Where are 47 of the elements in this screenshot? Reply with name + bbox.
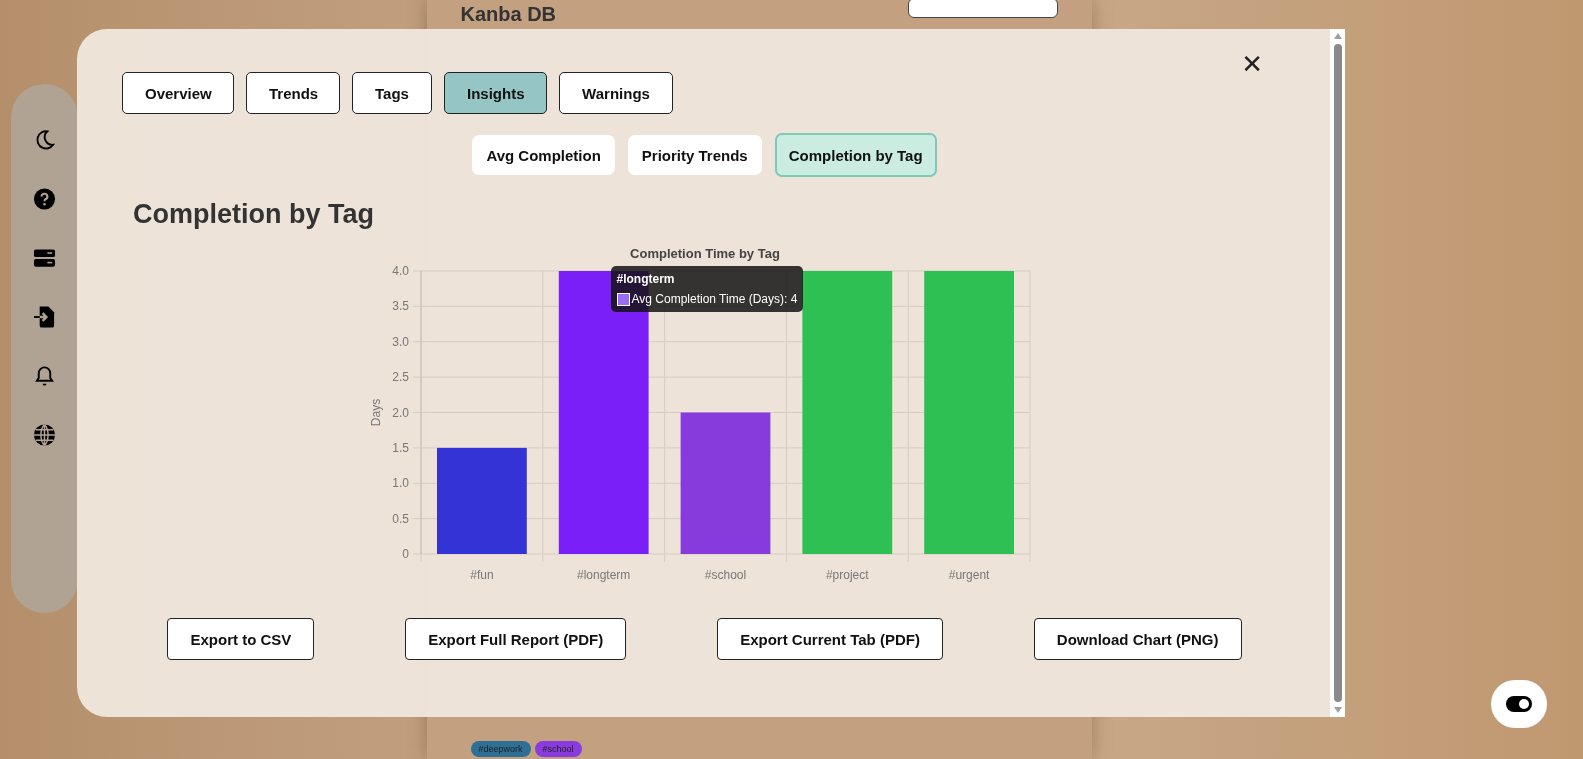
- globe-icon[interactable]: [33, 423, 56, 447]
- axis-category-label: #school: [704, 568, 746, 582]
- board-title: Kanba DB: [460, 2, 557, 26]
- export-button[interactable]: Export Current Tab (PDF): [717, 618, 943, 660]
- scroll-down-icon[interactable]: [1332, 706, 1343, 714]
- legend-swatch-icon: [616, 292, 630, 306]
- scrollbar[interactable]: [1330, 29, 1345, 717]
- export-button[interactable]: Download Chart (PNG): [1033, 618, 1242, 660]
- file-import-icon[interactable]: [33, 305, 56, 329]
- tab[interactable]: Warnings: [559, 72, 673, 114]
- tooltip-label: Avg Completion Time (Days): 4: [631, 292, 798, 306]
- axis-tick-label: 3.0: [391, 334, 409, 349]
- subtab[interactable]: Avg Completion: [472, 135, 615, 175]
- axis-category-label: #fun: [469, 568, 494, 582]
- axis-tick-label: 3.5: [391, 299, 409, 314]
- subtab[interactable]: Priority Trends: [627, 135, 762, 175]
- server-icon[interactable]: [33, 246, 56, 270]
- export-button[interactable]: Export Full Report (PDF): [405, 618, 627, 660]
- scroll-up-icon[interactable]: [1332, 32, 1343, 40]
- help-icon[interactable]: [33, 187, 56, 211]
- axis-category-label: #longterm: [576, 568, 630, 582]
- moon-icon[interactable]: [33, 128, 56, 152]
- export-button[interactable]: Export to CSV: [167, 618, 315, 660]
- axis-tick-label: 1.5: [391, 440, 409, 455]
- scrollbar-thumb[interactable]: [1333, 44, 1342, 702]
- tab[interactable]: Tags: [352, 72, 432, 114]
- bell-icon[interactable]: [33, 364, 56, 388]
- close-button[interactable]: ✕: [1241, 49, 1263, 79]
- chart-title: Completion Time by Tag: [629, 246, 780, 261]
- tab[interactable]: Overview: [122, 72, 234, 114]
- tab[interactable]: Trends: [246, 72, 340, 114]
- axis-tick-label: 0: [401, 547, 409, 561]
- toggle-icon: [1506, 696, 1532, 712]
- axis-category-label: #project: [825, 568, 869, 582]
- tooltip-title: #longterm: [616, 272, 676, 286]
- axis-category-label: #urgent: [948, 568, 989, 582]
- axis-tick-label: 0.5: [391, 511, 409, 526]
- axis-tick-label: 2.5: [391, 370, 409, 385]
- axis-title: Days: [368, 398, 383, 427]
- header-button[interactable]: [907, 0, 1058, 18]
- axis-tick-label: 4.0: [391, 264, 409, 278]
- tab[interactable]: Insights: [444, 72, 547, 114]
- subtab[interactable]: Completion by Tag: [774, 133, 937, 177]
- axis-tick-label: 1.0: [391, 476, 409, 491]
- section-heading: Completion by Tag: [133, 199, 375, 230]
- axis-tick-label: 2.0: [391, 405, 409, 420]
- theme-toggle-button[interactable]: [1491, 680, 1547, 728]
